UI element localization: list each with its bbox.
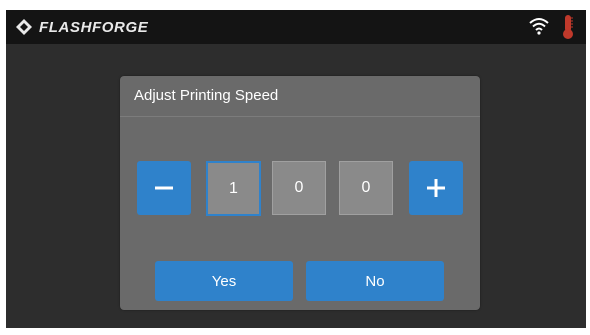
- brand-logo: FLASHFORGE: [15, 17, 148, 37]
- no-button[interactable]: No: [306, 261, 444, 301]
- speed-digit-ones[interactable]: 0: [339, 161, 393, 215]
- plus-icon: [427, 179, 445, 197]
- speed-digit-hundreds[interactable]: 1: [206, 161, 261, 216]
- decrease-speed-button[interactable]: [137, 161, 191, 215]
- status-bar: FLASHFORGE: [6, 10, 586, 44]
- speed-digit-tens[interactable]: 0: [272, 161, 326, 215]
- adjust-speed-dialog: Adjust Printing Speed 1 0 0 Yes No: [120, 76, 480, 310]
- dialog-title: Adjust Printing Speed: [134, 87, 279, 104]
- flashforge-logo-icon: [16, 19, 32, 35]
- minus-icon: [155, 186, 173, 190]
- dialog-divider: [120, 116, 480, 117]
- yes-button[interactable]: Yes: [155, 261, 293, 301]
- brand-name: FLASHFORGE: [39, 18, 149, 36]
- thermometer-icon[interactable]: [561, 14, 575, 40]
- printer-screen: FLASHFORGE Adjust Printing Speed 1 0 0 Y…: [6, 10, 586, 328]
- increase-speed-button[interactable]: [409, 161, 463, 215]
- wifi-icon[interactable]: [528, 17, 550, 35]
